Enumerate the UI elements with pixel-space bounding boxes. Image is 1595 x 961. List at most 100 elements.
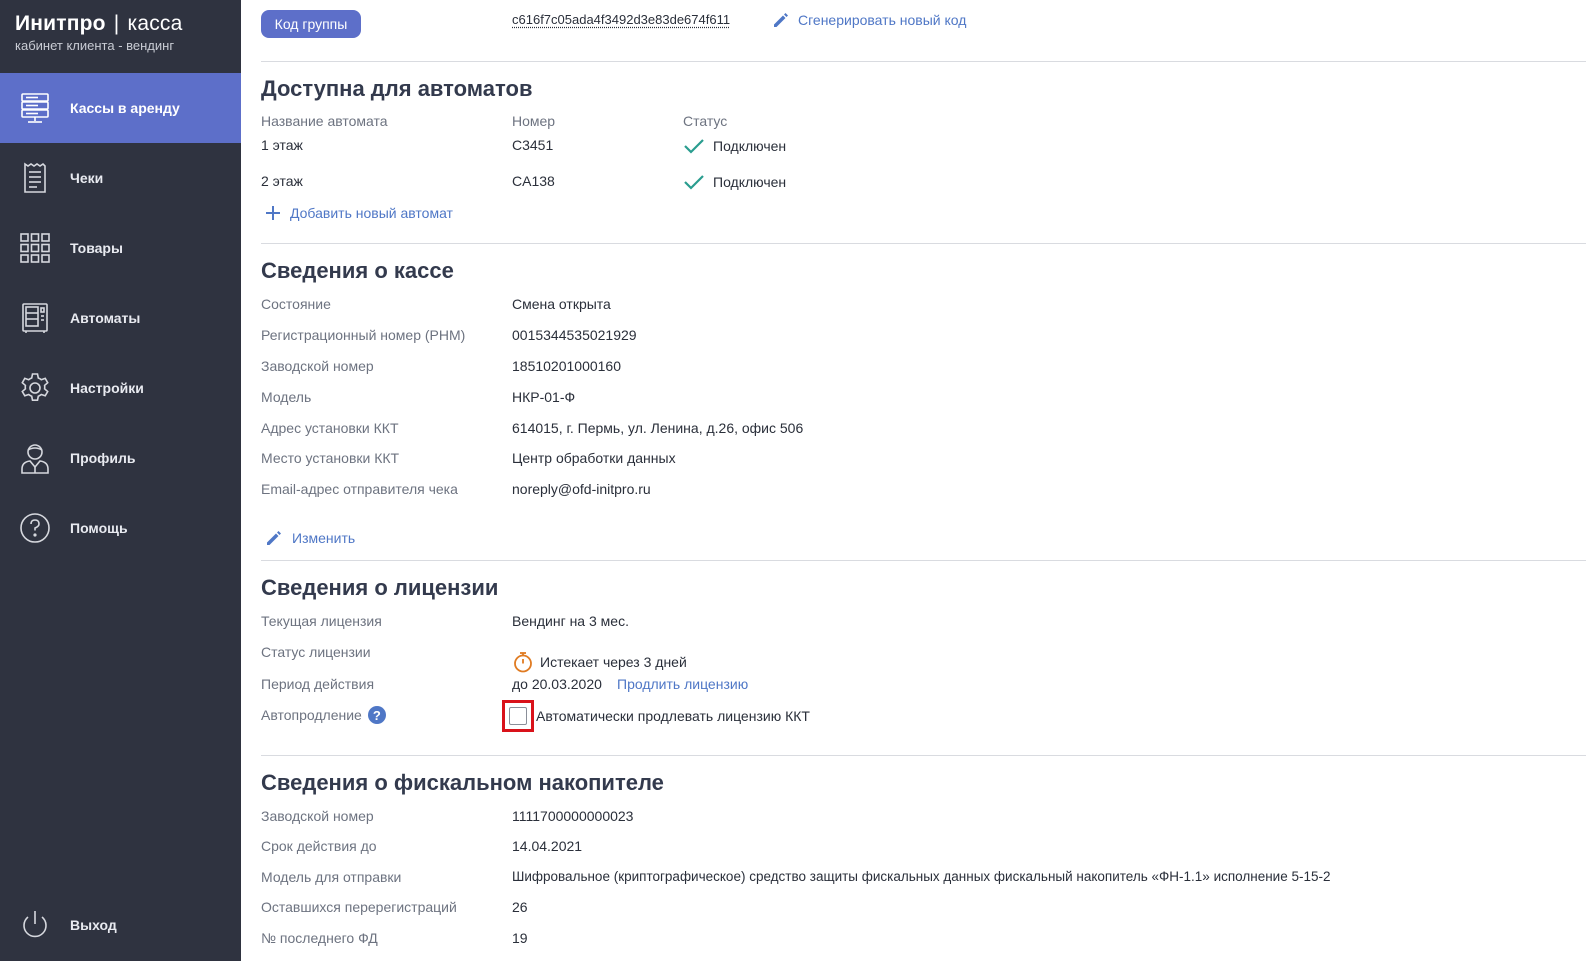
field-label: Место установки ККТ [261,450,400,466]
renew-license-link[interactable]: Продлить лицензию [617,676,748,692]
group-code-value[interactable]: c616f7c05ada4f3492d3e83de674f611 [512,12,730,27]
autorenew-checkbox[interactable] [509,707,527,725]
field-label: Заводской номер [261,808,374,824]
main-content: Код группы c616f7c05ada4f3492d3e83de674f… [261,0,1586,961]
sidebar-item-label: Кассы в аренду [70,100,180,116]
machine-status-label: Подключен [713,138,787,154]
sidebar-item-receipts[interactable]: Чеки [0,143,241,213]
field-value: 0015344535021929 [512,327,637,343]
field-value: Смена открыта [512,296,611,312]
field-value: до 20.03.2020 [512,676,602,692]
autorenew-checkbox-row[interactable]: Автоматически продлевать лицензию ККТ [502,700,810,732]
user-icon [18,441,52,475]
column-header-name: Название автомата [261,113,388,129]
field-value: 26 [512,899,528,915]
section-title-license: Сведения о лицензии [261,575,499,600]
machine-status: Подключен [683,173,786,191]
brand-subtitle: кабинет клиента - вендинг [15,38,175,53]
group-code-button[interactable]: Код группы [261,10,361,38]
gear-icon [18,371,52,405]
license-status: Истекает через 3 дней [512,651,687,673]
brand-separator: | [113,12,120,35]
section-title-machines: Доступна для автоматов [261,76,533,101]
field-label: Заводской номер [261,358,374,374]
help-icon[interactable]: ? [367,706,386,724]
field-label: Оставшихся перерегистраций [261,899,457,915]
sidebar-item-label: Настройки [70,380,144,396]
autorenew-label-row: Автопродление ? [261,706,386,724]
field-label: Статус лицензии [261,644,371,660]
machine-name: 2 этаж [261,173,303,189]
sidebar-item-profile[interactable]: Профиль [0,423,241,493]
help-circle-icon [18,511,52,545]
field-value: Центр обработки данных [512,450,676,466]
sidebar-item-rent-registers[interactable]: Кассы в аренду [0,73,241,143]
receipt-icon [18,161,52,195]
divider [261,560,1586,561]
field-label: Модель для отправки [261,869,402,885]
autorenew-checkbox-label[interactable]: Автоматически продлевать лицензию ККТ [536,708,810,724]
field-value: 1111700000000023 [512,808,634,824]
power-icon [18,908,52,942]
field-value: Вендинг на 3 мес. [512,613,629,629]
generate-code-link[interactable]: Сгенерировать новый код [771,10,966,30]
field-label: Адрес установки ККТ [261,420,399,436]
machine-name: 1 этаж [261,137,303,153]
sidebar-item-help[interactable]: Помощь [0,493,241,563]
section-title-fn: Сведения о фискальном накопителе [261,770,664,795]
edit-register-label: Изменить [292,530,356,546]
check-icon [684,139,704,154]
field-value: НКР-01-Ф [512,389,576,405]
brand-title: Инитпро [15,12,106,35]
machine-number: CA138 [512,173,555,189]
sidebar-item-label: Автоматы [70,310,141,326]
sidebar-item-products[interactable]: Товары [0,213,241,283]
field-value: 18510201000160 [512,358,622,374]
plus-icon [266,206,280,220]
logout-label: Выход [70,917,117,933]
sidebar-item-label: Профиль [70,450,136,466]
sidebar-nav: Кассы в аренду Чеки Товары Автоматы Наст… [0,73,241,563]
vending-machine-icon [18,301,52,335]
brand-title-suffix: касса [127,12,183,35]
field-value: Шифровальное (криптографическое) средств… [512,869,1331,884]
divider [261,755,1586,756]
generate-code-label: Сгенерировать новый код [798,12,967,28]
field-value: noreply@ofd-initpro.ru [512,481,651,497]
pencil-icon [774,13,788,27]
field-label: Период действия [261,676,375,692]
stopwatch-icon [514,652,532,673]
column-header-number: Номер [512,113,556,129]
sidebar-item-label: Товары [70,240,123,256]
grid-icon [18,231,52,265]
checkbox-highlight [502,700,534,732]
field-label: № последнего ФД [261,930,378,946]
machine-status-label: Подключен [713,174,787,190]
field-label: Email-адрес отправителя чека [261,481,458,497]
machine-number: C3451 [512,137,554,153]
license-status-label: Истекает через 3 дней [540,654,687,670]
divider [261,243,1586,244]
sidebar-item-label: Помощь [70,520,128,536]
brand-logo[interactable]: Инитпро | касса кабинет клиента - вендин… [15,12,182,53]
field-label: Регистрационный номер (РНМ) [261,327,466,343]
section-title-register: Сведения о кассе [261,258,454,283]
field-label: Срок действия до [261,838,377,854]
sidebar-item-settings[interactable]: Настройки [0,353,241,423]
divider [261,61,1586,62]
field-label: Состояние [261,296,331,312]
logout-button[interactable]: Выход [0,900,241,950]
server-icon [18,91,52,125]
add-machine-label: Добавить новый автомат [290,205,453,221]
field-value: 614015, г. Пермь, ул. Ленина, д.26, офис… [512,420,804,436]
field-label: Автопродление [261,707,362,723]
column-header-status: Статус [683,113,728,129]
field-value: 14.04.2021 [512,838,583,854]
add-machine-link[interactable]: Добавить новый автомат [265,205,453,221]
field-value: 19 [512,930,528,946]
edit-register-link[interactable]: Изменить [264,528,355,548]
pencil-icon [267,531,281,545]
sidebar: Инитпро | касса кабинет клиента - вендин… [0,0,241,961]
sidebar-item-machines[interactable]: Автоматы [0,283,241,353]
check-icon [684,175,704,190]
